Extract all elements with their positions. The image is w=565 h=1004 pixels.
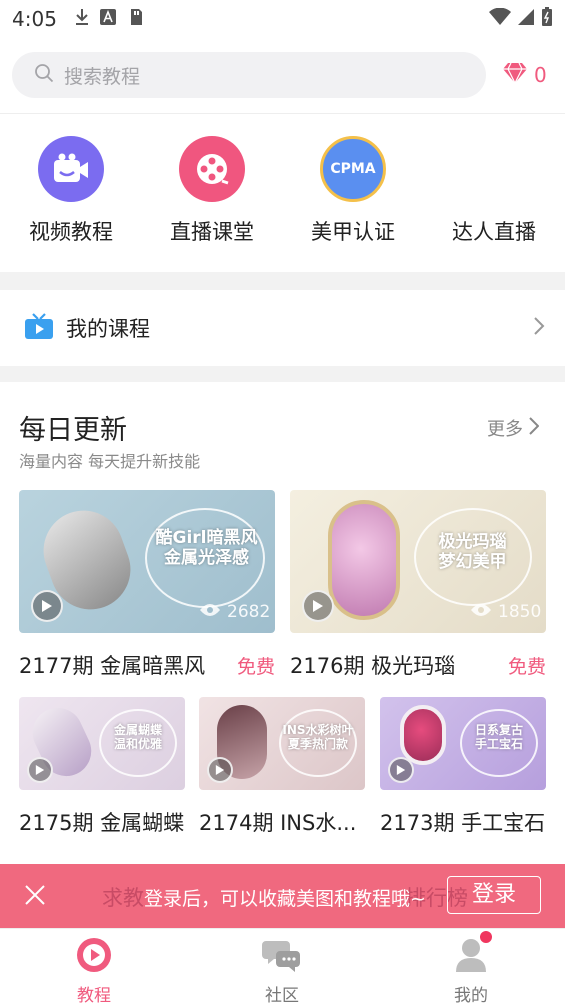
tutorial-caption: 2174期 INS水... [199, 811, 357, 835]
chat-bubbles-icon [262, 941, 302, 977]
view-count-value: 2682 [227, 602, 271, 622]
free-tag: 免费 [508, 656, 547, 678]
play-icon [207, 757, 233, 783]
tutorial-thumbnail: 极光玛瑙 梦幻美甲 1850 [290, 490, 546, 633]
thumbnail-text: 金属蝴蝶 温和优雅 [113, 723, 162, 752]
daily-updates-section: 每日更新 海量内容 每天提升新技能 更多 酷Girl暗黑风 金属光泽感 2682… [0, 382, 565, 872]
notification-dot [480, 931, 492, 943]
wifi-icon [489, 7, 511, 30]
more-link[interactable]: 更多 [487, 415, 540, 441]
status-time: 4:05 [12, 7, 57, 31]
tutorial-caption: 2176期 极光玛瑙 [290, 654, 456, 678]
signal-icon [517, 8, 535, 30]
tutorial-thumbnail: 日系复古 手工宝石 [380, 697, 546, 790]
tab-label: 社区 [265, 986, 299, 1004]
tab-label: 教程 [77, 986, 111, 1004]
tab-label: 我的 [454, 986, 488, 1004]
close-icon[interactable] [24, 884, 46, 910]
thumbnail-text: INS水彩树叶 夏季热门款 [282, 723, 354, 752]
chevron-right-icon [533, 316, 545, 340]
thumbnail-text: 极光玛瑙 梦幻美甲 [438, 532, 507, 573]
free-tag: 免费 [237, 656, 276, 678]
gem-count: 0 [534, 63, 547, 87]
search-icon [34, 63, 54, 87]
tutorial-caption: 2177期 金属暗黑风 [19, 654, 206, 678]
person-icon [454, 939, 488, 977]
play-icon [27, 757, 53, 783]
sd-card-icon [126, 7, 146, 31]
play-circle-icon [76, 938, 112, 977]
play-icon [31, 590, 63, 622]
thumbnail-text: 日系复古 手工宝石 [474, 723, 523, 752]
bottom-tab-bar: 教程 社区 我的 [0, 928, 565, 1004]
tutorial-thumbnail: 酷Girl暗黑风 金属光泽感 2682 [19, 490, 275, 633]
category-label: 视频教程 [29, 220, 113, 244]
category-live-class[interactable]: 直播课堂 [157, 136, 267, 246]
download-icon [74, 8, 90, 30]
view-count: 1850 [470, 602, 541, 622]
more-label: 更多 [487, 419, 523, 440]
search-placeholder: 搜索教程 [64, 65, 141, 88]
tutorial-caption: 2173期 手工宝石 [380, 811, 546, 835]
login-message: 登录后，可以收藏美图和教程哦~ [144, 888, 426, 910]
eye-icon [470, 602, 492, 622]
gem-balance[interactable]: 0 [502, 62, 547, 88]
category-label: 美甲认证 [311, 220, 395, 244]
play-icon [388, 757, 414, 783]
view-count: 2682 [199, 602, 270, 622]
live-icon [439, 136, 549, 202]
tutorial-card[interactable]: 日系复古 手工宝石 2173期 手工宝石 [380, 697, 546, 837]
nail-image [400, 705, 446, 765]
category-video-tutorial[interactable]: 视频教程 [16, 136, 126, 246]
tab-tutorial[interactable]: 教程 [49, 937, 139, 1004]
video-camera-icon [38, 136, 104, 202]
my-course-label: 我的课程 [66, 317, 150, 341]
tutorial-thumbnail: 金属蝴蝶 温和优雅 [19, 697, 185, 790]
eye-icon [199, 602, 221, 622]
category-label: 达人直播 [452, 220, 536, 244]
thumbnail-text: 酷Girl暗黑风 金属光泽感 [155, 528, 258, 569]
tutorial-thumbnail: INS水彩树叶 夏季热门款 [199, 697, 365, 790]
battery-icon [541, 7, 553, 31]
font-a-icon [100, 9, 116, 29]
tab-mine[interactable]: 我的 [426, 931, 516, 1004]
top-bar: 搜索教程 0 [0, 38, 565, 114]
tutorial-caption: 2175期 金属蝴蝶 [19, 811, 185, 835]
section-title: 每日更新 [19, 415, 127, 446]
section-subtitle: 海量内容 每天提升新技能 [19, 452, 201, 471]
login-banner: 求教 排行榜 登录后，可以收藏美图和教程哦~ 登录 [0, 864, 565, 928]
diamond-icon [502, 62, 528, 88]
tutorial-card[interactable]: 酷Girl暗黑风 金属光泽感 2682 2177期 金属暗黑风 免费 [19, 490, 275, 690]
underlying-section-label: 求教 [102, 886, 144, 910]
category-label: 直播课堂 [170, 220, 254, 244]
category-shortcuts: 视频教程 直播课堂 CPMA 美甲认证 达人直播 [0, 114, 565, 272]
cpma-badge-icon: CPMA [320, 136, 386, 202]
my-course-row[interactable]: 我的课程 [0, 290, 565, 366]
category-certification[interactable]: CPMA 美甲认证 [298, 136, 408, 246]
tutorial-card[interactable]: 极光玛瑙 梦幻美甲 1850 2176期 极光玛瑙 免费 [290, 490, 546, 690]
tab-community[interactable]: 社区 [237, 937, 327, 1004]
view-count-value: 1850 [498, 602, 542, 622]
search-input[interactable]: 搜索教程 [12, 52, 486, 98]
chevron-right-icon [529, 416, 540, 440]
category-expert-live[interactable]: 达人直播 [439, 136, 549, 246]
login-button[interactable]: 登录 [447, 876, 541, 914]
tutorial-card[interactable]: 金属蝴蝶 温和优雅 2175期 金属蝴蝶 [19, 697, 185, 837]
tv-icon [24, 312, 54, 344]
tutorial-card[interactable]: INS水彩树叶 夏季热门款 2174期 INS水... [199, 697, 365, 837]
play-icon [302, 590, 334, 622]
film-reel-icon [179, 136, 245, 202]
nail-image [328, 500, 400, 620]
status-bar: 4:05 [0, 0, 565, 38]
